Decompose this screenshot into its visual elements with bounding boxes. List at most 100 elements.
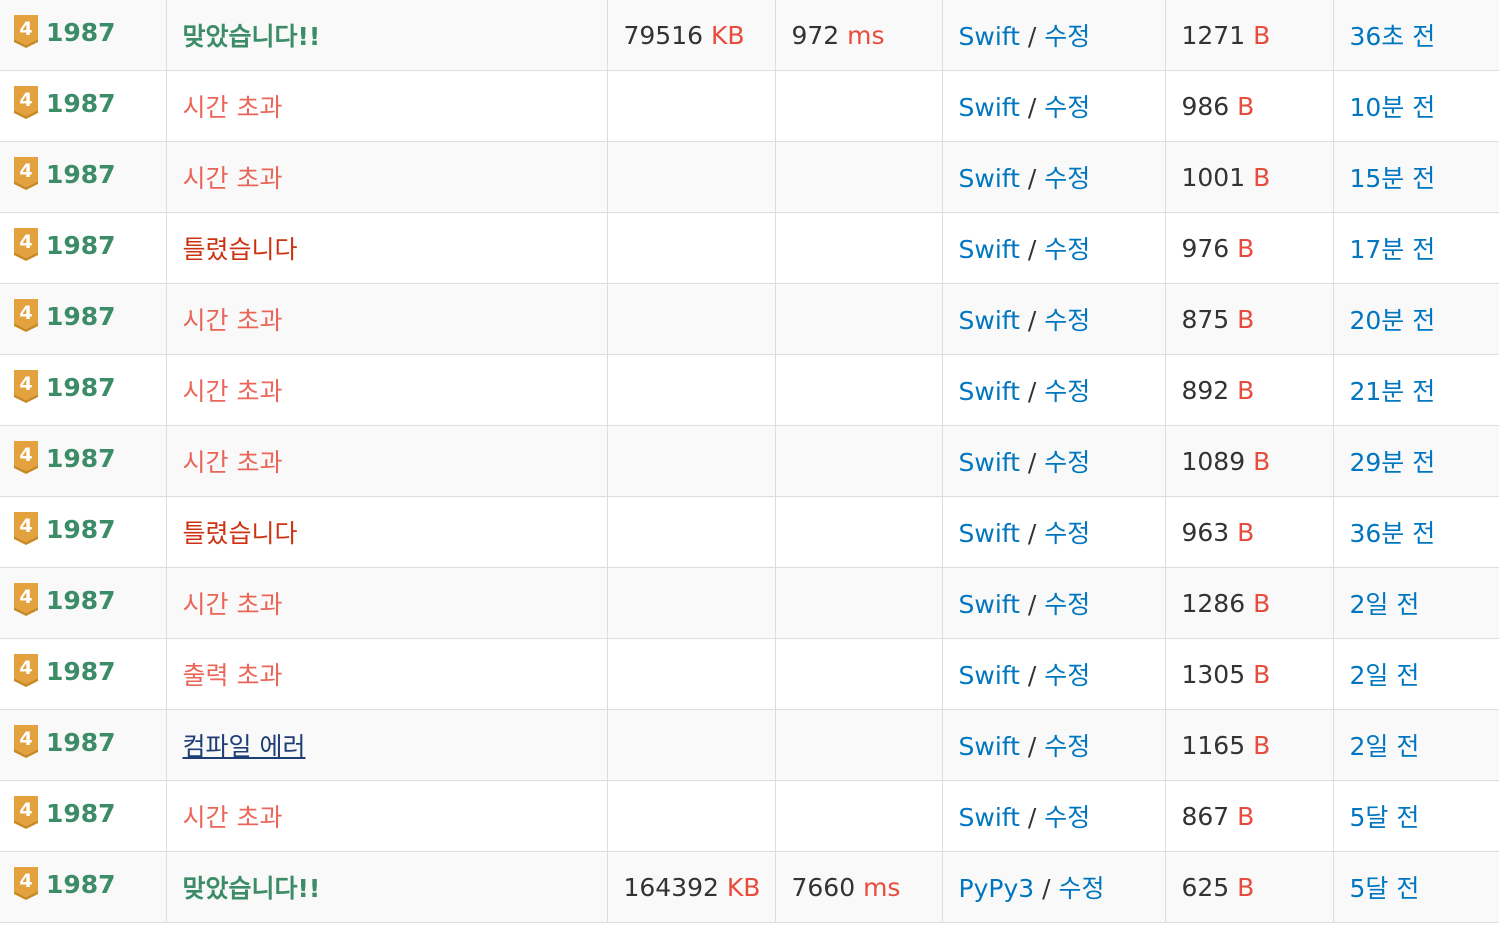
time-cell (774, 283, 942, 355)
result-cell: 시간 초과 (165, 425, 607, 497)
separator: / (1027, 803, 1037, 832)
problem-link[interactable]: 4 1987 (12, 867, 116, 901)
language-link[interactable]: Swift (959, 803, 1020, 832)
code-length-value: 625 (1181, 872, 1230, 902)
table-row: 4 1987 맞았습니다!! 164392 KB 7660 ms PyPy3 /… (0, 851, 1499, 923)
language-link[interactable]: Swift (959, 164, 1020, 193)
submitted-time-link[interactable]: 17분 전 (1350, 235, 1436, 264)
submitted-time-link[interactable]: 2일 전 (1350, 661, 1420, 690)
problem-link[interactable]: 4 1987 (12, 796, 116, 830)
problem-link[interactable]: 4 1987 (12, 583, 116, 617)
language-link[interactable]: Swift (959, 519, 1020, 548)
submitted-time-link[interactable]: 2일 전 (1350, 590, 1420, 619)
submitted-time-link[interactable]: 5달 전 (1350, 874, 1420, 903)
language-link[interactable]: Swift (959, 732, 1020, 761)
problem-link[interactable]: 4 1987 (12, 299, 116, 333)
submitted-time-link[interactable]: 29분 전 (1350, 448, 1436, 477)
time-cell (774, 567, 942, 639)
code-length-cell: 986 B (1164, 70, 1333, 142)
problem-id: 1987 (46, 514, 116, 544)
language-cell: Swift / 수정 (941, 283, 1165, 355)
code-length-unit: B (1237, 304, 1255, 334)
submitted-time-link[interactable]: 36분 전 (1350, 519, 1436, 548)
submitted-time-link[interactable]: 21분 전 (1350, 377, 1436, 406)
edit-link[interactable]: 수정 (1044, 661, 1090, 690)
code-length-cell: 1305 B (1164, 638, 1333, 710)
edit-link[interactable]: 수정 (1059, 874, 1105, 903)
code-length-cell: 1089 B (1164, 425, 1333, 497)
code-length-value: 976 (1181, 233, 1230, 263)
edit-link[interactable]: 수정 (1044, 235, 1090, 264)
separator: / (1027, 732, 1037, 761)
result-text: 시간 초과 (182, 448, 283, 477)
tier-number: 4 (19, 799, 32, 821)
problem-link[interactable]: 4 1987 (12, 15, 116, 49)
problem-id: 1987 (46, 301, 116, 331)
problem-link[interactable]: 4 1987 (12, 157, 116, 191)
language-link[interactable]: Swift (959, 377, 1020, 406)
language-link[interactable]: Swift (959, 306, 1020, 335)
code-length-value: 1001 (1181, 162, 1246, 192)
gold-tier-icon: 4 (14, 867, 38, 900)
language-link[interactable]: Swift (959, 448, 1020, 477)
language-link[interactable]: Swift (959, 22, 1020, 51)
problem-link[interactable]: 4 1987 (12, 512, 116, 546)
submitted-time-link[interactable]: 10분 전 (1350, 93, 1436, 122)
edit-link[interactable]: 수정 (1044, 732, 1090, 761)
code-length-cell: 625 B (1164, 851, 1333, 923)
tier-number: 4 (19, 231, 32, 253)
problem-id: 1987 (46, 159, 116, 189)
submitted-time-link[interactable]: 2일 전 (1350, 732, 1420, 761)
separator: / (1027, 448, 1037, 477)
submitted-cell: 5달 전 (1332, 851, 1499, 923)
submitted-cell: 21분 전 (1332, 354, 1499, 426)
result-text: 틀렸습니다 (182, 235, 298, 264)
code-length-unit: B (1253, 162, 1271, 192)
tier-number: 4 (19, 160, 32, 182)
separator: / (1027, 377, 1037, 406)
tier-number: 4 (19, 870, 32, 892)
problem-link[interactable]: 4 1987 (12, 725, 116, 759)
submitted-time-link[interactable]: 36초 전 (1350, 22, 1436, 51)
table-row: 4 1987 시간 초과 Swift / 수정 1286 B 2일 전 (0, 567, 1499, 639)
code-length-cell: 867 B (1164, 780, 1333, 852)
language-link[interactable]: Swift (959, 93, 1020, 122)
memory-cell (606, 141, 775, 213)
time-cell (774, 709, 942, 781)
submitted-time-link[interactable]: 20분 전 (1350, 306, 1436, 335)
submitted-time-link[interactable]: 15분 전 (1350, 164, 1436, 193)
memory-cell (606, 638, 775, 710)
problem-link[interactable]: 4 1987 (12, 228, 116, 262)
edit-link[interactable]: 수정 (1044, 306, 1090, 335)
problem-link[interactable]: 4 1987 (12, 441, 116, 475)
edit-link[interactable]: 수정 (1044, 590, 1090, 619)
edit-link[interactable]: 수정 (1044, 22, 1090, 51)
problem-id: 1987 (46, 372, 116, 402)
problem-cell: 4 1987 (0, 496, 166, 568)
edit-link[interactable]: 수정 (1044, 377, 1090, 406)
language-link[interactable]: PyPy3 (959, 874, 1035, 903)
submitted-time-link[interactable]: 5달 전 (1350, 803, 1420, 832)
language-cell: Swift / 수정 (941, 212, 1165, 284)
edit-link[interactable]: 수정 (1044, 164, 1090, 193)
language-link[interactable]: Swift (959, 235, 1020, 264)
result-text: 맞았습니다!! (182, 874, 321, 903)
result-text: 컴파일 에러 (182, 732, 306, 761)
code-length-unit: B (1237, 375, 1255, 405)
language-cell: PyPy3 / 수정 (941, 851, 1165, 923)
edit-link[interactable]: 수정 (1044, 448, 1090, 477)
language-link[interactable]: Swift (959, 661, 1020, 690)
edit-link[interactable]: 수정 (1044, 803, 1090, 832)
memory-cell (606, 212, 775, 284)
edit-link[interactable]: 수정 (1044, 519, 1090, 548)
problem-link[interactable]: 4 1987 (12, 86, 116, 120)
language-cell: Swift / 수정 (941, 709, 1165, 781)
problem-link[interactable]: 4 1987 (12, 654, 116, 688)
submitted-cell: 2일 전 (1332, 638, 1499, 710)
time-cell (774, 638, 942, 710)
edit-link[interactable]: 수정 (1044, 93, 1090, 122)
submitted-cell: 36초 전 (1332, 0, 1499, 71)
memory-cell (606, 70, 775, 142)
problem-link[interactable]: 4 1987 (12, 370, 116, 404)
language-link[interactable]: Swift (959, 590, 1020, 619)
